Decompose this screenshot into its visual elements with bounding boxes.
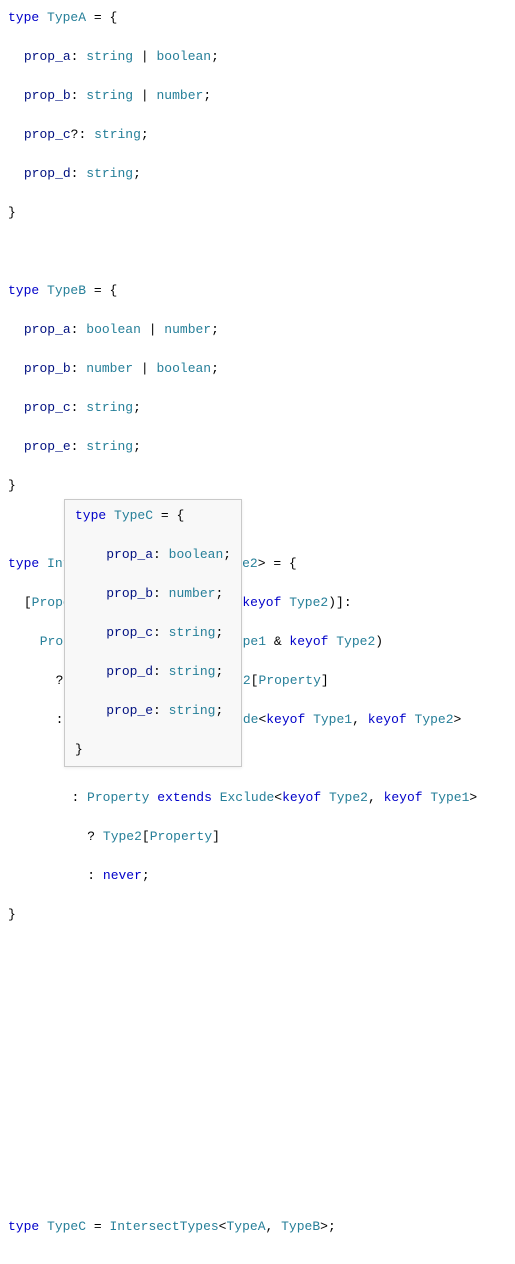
code-line: } — [8, 203, 507, 223]
code-line: : never; — [8, 866, 507, 886]
blank-line — [8, 1061, 507, 1081]
type-prim: boolean — [157, 49, 212, 64]
code-line: : Property extends Exclude<keyof Type2, … — [8, 788, 507, 808]
blank-line — [8, 1100, 507, 1120]
code-line: ? Type2[Property] — [8, 827, 507, 847]
code-line: prop_b: number | boolean; — [8, 359, 507, 379]
tooltip-code: type TypeC = { prop_a: boolean; prop_b: … — [75, 506, 231, 760]
punct: = { — [86, 10, 117, 25]
code-line: prop_d: string; — [8, 164, 507, 184]
code-line: prop_b: string | number; — [8, 86, 507, 106]
blank-line — [8, 1022, 507, 1042]
code-line: prop_e: string; — [8, 437, 507, 457]
prop-name: prop_d — [24, 166, 71, 181]
prop-name: prop_c — [24, 127, 71, 142]
prop-name: prop_b — [24, 88, 71, 103]
code-line: prop_a: boolean | number; — [8, 320, 507, 340]
type-prim: string — [86, 49, 133, 64]
blank-line — [8, 983, 507, 1003]
blank-line — [8, 944, 507, 964]
code-line: } — [8, 476, 507, 496]
type-name: TypeA — [47, 10, 86, 25]
blank-line — [8, 242, 507, 262]
code-line: type TypeC = IntersectTypes<TypeA, TypeB… — [8, 1217, 507, 1237]
blank-line — [8, 1139, 507, 1159]
hover-tooltip: type TypeC = { prop_a: boolean; prop_b: … — [64, 499, 242, 767]
code-line: prop_a: string | boolean; — [8, 47, 507, 67]
code-block: type TypeA = { prop_a: string | boolean;… — [8, 8, 507, 1256]
code-line: prop_c: string; — [8, 398, 507, 418]
code-line: type TypeB = { — [8, 281, 507, 301]
code-line: type TypeA = { — [8, 8, 507, 28]
keyword-type: type — [8, 10, 39, 25]
code-line: } — [8, 905, 507, 925]
blank-line — [8, 1178, 507, 1198]
prop-name: prop_a — [24, 49, 71, 64]
code-line: prop_c?: string; — [8, 125, 507, 145]
